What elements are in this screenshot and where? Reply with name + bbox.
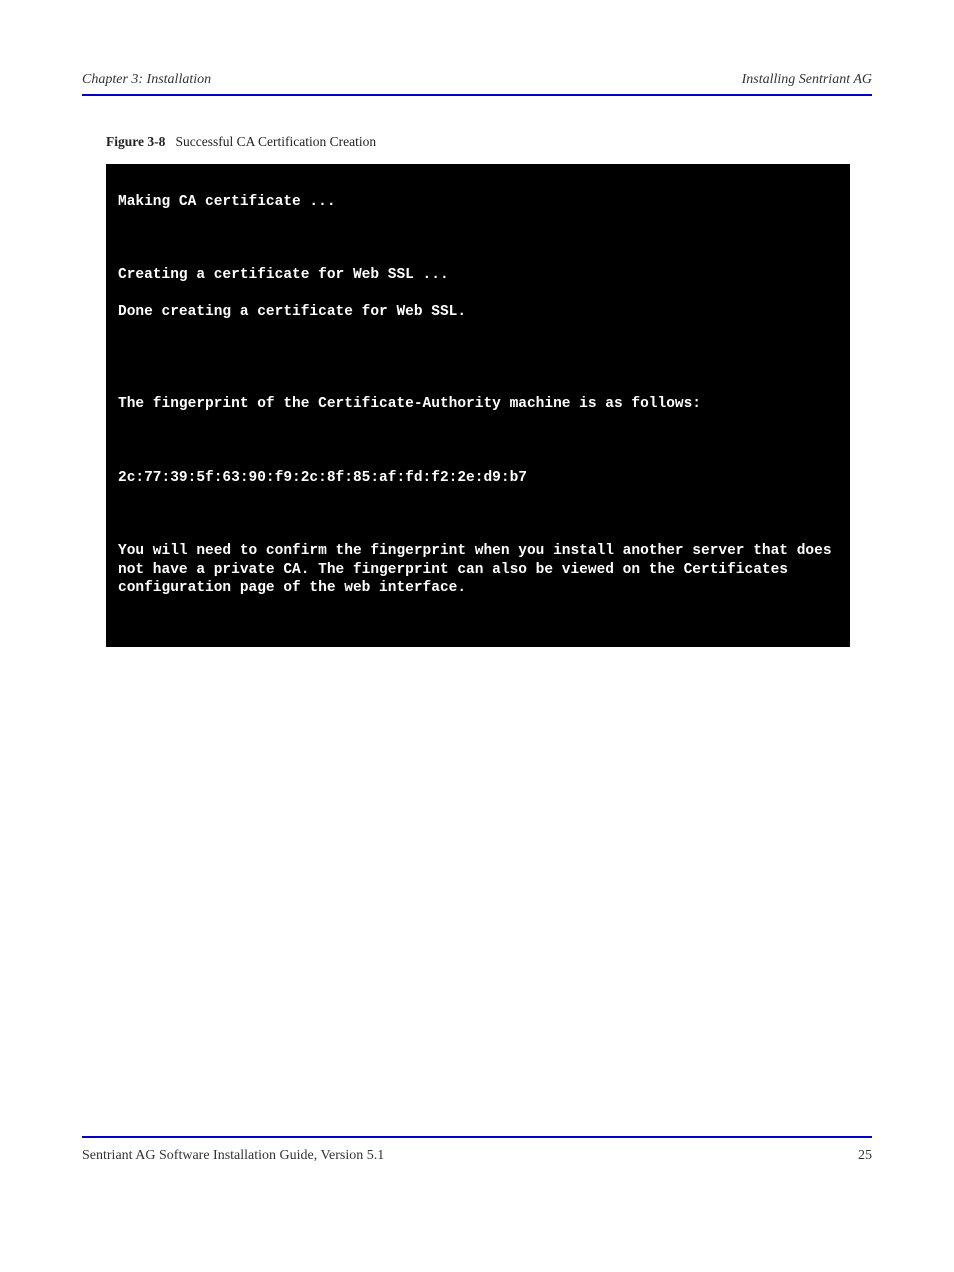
terminal-blank-3 [118, 506, 838, 524]
terminal-line-4: The fingerprint of the Certificate-Autho… [118, 395, 838, 414]
figure-title-text: Successful CA Certification Creation [176, 134, 377, 149]
header-section: Installing Sentriant AG [742, 72, 872, 88]
terminal-line-6: You will need to confirm the fingerprint… [118, 542, 838, 598]
terminal-line-5: 2c:77:39:5f:63:90:f9:2c:8f:85:af:fd:f2:2… [118, 469, 838, 488]
terminal-line-1: Making CA certificate ... [118, 193, 838, 212]
page-header: Chapter 3: Installation Installing Sentr… [82, 68, 872, 96]
terminal-line-2: Creating a certificate for Web SSL ... [118, 266, 838, 285]
figure-label: Figure 3-8 [106, 134, 165, 149]
footer-page-number: 25 [858, 1148, 872, 1164]
figure-title [169, 134, 176, 149]
page-footer: Sentriant AG Software Installation Guide… [82, 1136, 872, 1164]
terminal-blank-2 [118, 432, 838, 450]
terminal-output: Making CA certificate ... Creating a cer… [106, 164, 850, 647]
terminal-line-3: Done creating a certificate for Web SSL. [118, 303, 838, 322]
terminal-blank-large [118, 340, 838, 376]
footer-doc-title: Sentriant AG Software Installation Guide… [82, 1148, 384, 1164]
figure-caption: Figure 3-8 Successful CA Certification C… [106, 134, 872, 150]
header-chapter: Chapter 3: Installation [82, 72, 211, 88]
terminal-blank [118, 230, 838, 248]
